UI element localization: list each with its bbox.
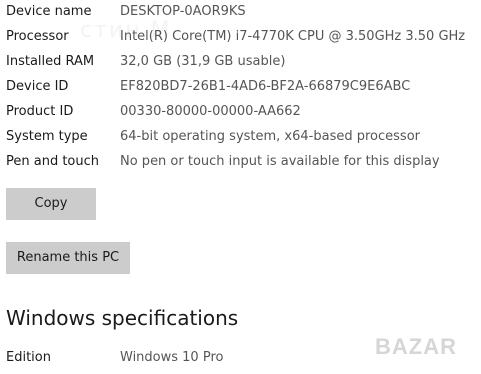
spec-label: Edition xyxy=(6,350,51,365)
spec-label: Installed RAM xyxy=(6,54,95,69)
copy-button[interactable]: Copy xyxy=(6,188,96,220)
spec-value: DESKTOP-0AOR9KS xyxy=(120,4,246,19)
spec-row-processor: Processor Intel(R) Core(TM) i7-4770K CPU… xyxy=(6,27,476,47)
spec-value: Windows 10 Pro xyxy=(120,350,224,365)
spec-row-edition: Edition Windows 10 Pro xyxy=(6,348,476,368)
spec-value: 64-bit operating system, x64-based proce… xyxy=(120,129,420,144)
spec-label: Device ID xyxy=(6,79,69,94)
spec-label: Device name xyxy=(6,4,92,19)
rename-pc-button[interactable]: Rename this PC xyxy=(6,242,130,274)
spec-value: No pen or touch input is available for t… xyxy=(120,154,440,169)
windows-specifications-heading: Windows specifications xyxy=(6,306,239,330)
spec-value: EF820BD7-26B1-4AD6-BF2A-66879C9E6ABC xyxy=(120,79,411,94)
spec-label: Pen and touch xyxy=(6,154,100,169)
spec-label: System type xyxy=(6,129,88,144)
about-page: стин М Device name DESKTOP-0AOR9KS Proce… xyxy=(0,0,481,374)
spec-label: Product ID xyxy=(6,104,74,119)
spec-row-pen-and-touch: Pen and touch No pen or touch input is a… xyxy=(6,152,476,172)
spec-row-device-name: Device name DESKTOP-0AOR9KS xyxy=(6,2,476,22)
spec-value: 00330-80000-00000-AA662 xyxy=(120,104,301,119)
spec-value: Intel(R) Core(TM) i7-4770K CPU @ 3.50GHz… xyxy=(120,29,466,44)
spec-row-installed-ram: Installed RAM 32,0 GB (31,9 GB usable) xyxy=(6,52,476,72)
spec-row-product-id: Product ID 00330-80000-00000-AA662 xyxy=(6,102,476,122)
spec-value: 32,0 GB (31,9 GB usable) xyxy=(120,54,286,69)
spec-row-device-id: Device ID EF820BD7-26B1-4AD6-BF2A-66879C… xyxy=(6,77,476,97)
spec-row-system-type: System type 64-bit operating system, x64… xyxy=(6,127,476,147)
spec-label: Processor xyxy=(6,29,69,44)
